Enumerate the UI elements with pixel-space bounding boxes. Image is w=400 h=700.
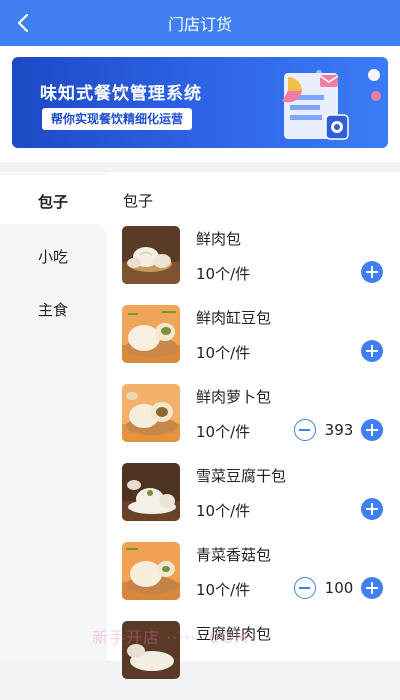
product-name: 鲜肉萝卜包	[196, 388, 272, 406]
plus-circle-icon[interactable]	[361, 261, 383, 283]
category-sidebar: 包子 小吃 主食	[0, 172, 107, 661]
quantity-value: 393	[324, 421, 354, 439]
product-name: 鲜肉缸豆包	[196, 309, 272, 327]
product-image	[122, 542, 180, 600]
product-item[interactable]: 鲜肉缸豆包 10个/件	[107, 305, 400, 384]
plus-circle-icon[interactable]	[361, 577, 383, 599]
watermark: 新手开店 ·······COM	[92, 628, 250, 647]
banner-title: 味知式餐饮管理系统	[40, 84, 202, 104]
product-spec: 10个/件	[196, 423, 251, 441]
product-item[interactable]: 鲜肉萝卜包 10个/件 393	[107, 384, 400, 463]
product-spec: 10个/件	[196, 581, 251, 599]
sidebar-item-xiaochi[interactable]: 小吃	[0, 230, 107, 282]
minus-circle-icon[interactable]	[294, 419, 316, 441]
product-item[interactable]: 雪菜豆腐干包 10个/件	[107, 463, 400, 542]
product-image	[122, 226, 180, 284]
sidebar-item-zhushi[interactable]: 主食	[0, 283, 107, 335]
category-title: 包子	[123, 192, 154, 210]
top-bar: 门店订货	[0, 0, 400, 46]
product-item[interactable]: 青菜香菇包 10个/件 100	[107, 542, 400, 621]
product-image	[122, 305, 180, 363]
quantity-value: 100	[324, 579, 354, 597]
plus-circle-icon[interactable]	[361, 340, 383, 362]
order-content: 包子 小吃 主食 包子 鲜肉包 10个/件 鲜肉缸豆包 10个/件 鲜肉萝卜包 …	[0, 172, 400, 679]
promo-banner[interactable]: 味知式餐饮管理系统 帮你实现餐饮精细化运营	[12, 57, 388, 148]
product-spec: 10个/件	[196, 265, 251, 283]
product-name: 鲜肉包	[196, 230, 242, 248]
product-name: 雪菜豆腐干包	[196, 467, 287, 485]
sidebar-item-label: 主食	[38, 300, 69, 319]
product-name: 青菜香菇包	[196, 546, 272, 564]
banner-section: 味知式餐饮管理系统 帮你实现餐饮精细化运营	[0, 46, 400, 162]
minus-circle-icon[interactable]	[294, 577, 316, 599]
product-spec: 10个/件	[196, 344, 251, 362]
page-title: 门店订货	[167, 15, 232, 34]
sidebar-item-label: 包子	[38, 192, 69, 211]
plus-circle-icon[interactable]	[361, 419, 383, 441]
chevron-left-icon	[17, 13, 29, 33]
product-image	[122, 463, 180, 521]
sidebar-item-baozi[interactable]: 包子	[0, 175, 107, 227]
product-spec: 10个/件	[196, 502, 251, 520]
product-list: 包子 鲜肉包 10个/件 鲜肉缸豆包 10个/件 鲜肉萝卜包 10个/件 393…	[107, 172, 400, 679]
back-button[interactable]	[14, 11, 34, 35]
dashboard-illustration-icon	[282, 69, 381, 140]
product-image	[122, 384, 180, 442]
plus-circle-icon[interactable]	[361, 498, 383, 520]
sidebar-item-label: 小吃	[38, 247, 69, 266]
product-item[interactable]: 鲜肉包 10个/件	[107, 226, 400, 305]
banner-subtitle: 帮你实现餐饮精细化运营	[42, 108, 193, 130]
